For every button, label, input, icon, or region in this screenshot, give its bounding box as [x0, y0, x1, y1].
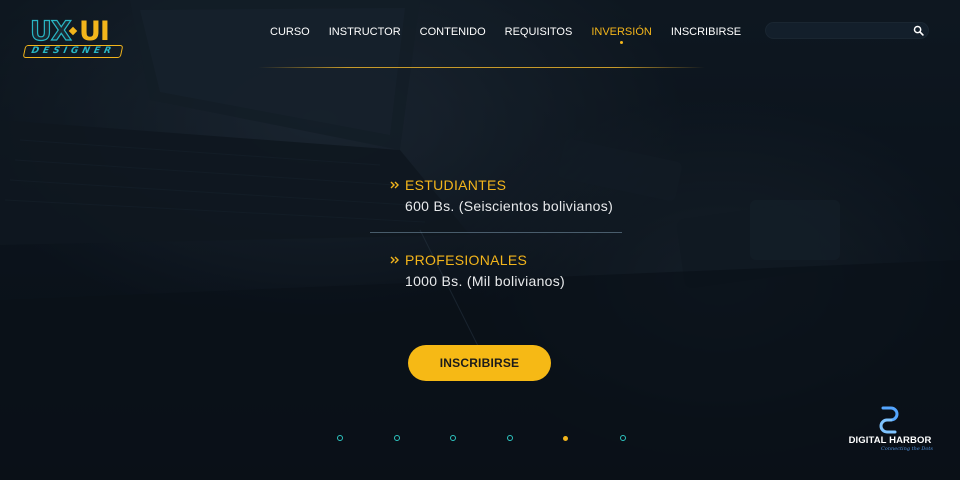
nav-item-requisitos[interactable]: REQUISITOS	[505, 26, 573, 38]
ux-ui-designer-logo[interactable]: UX UI DESIGNER	[22, 15, 124, 60]
slide-pagination	[0, 435, 960, 443]
logo-designer-text: DESIGNER	[22, 45, 124, 58]
dark-overlay	[0, 0, 960, 480]
nav-item-inversion-label: INVERSIÓN	[591, 26, 652, 38]
nav-item-curso[interactable]: CURSO	[270, 26, 310, 38]
digital-harbor-tagline: Connecting the Dots	[880, 446, 933, 452]
price-students-title: ESTUDIANTES	[405, 177, 507, 193]
digital-harbor-logo[interactable]: DIGITAL HARBOR Connecting the Dots	[847, 406, 933, 452]
pagination-dot-4[interactable]	[506, 435, 513, 441]
pagination-dot-1[interactable]	[337, 435, 343, 441]
nav-item-inversion[interactable]: INVERSIÓN	[591, 26, 652, 44]
price-students: ESTUDIANTES 600 Bs. (Seiscientos bolivia…	[390, 177, 613, 214]
pricing-divider	[370, 232, 622, 233]
price-professionals-value: 1000 Bs. (Mil bolivianos)	[405, 273, 566, 289]
nav-item-instructor[interactable]: INSTRUCTOR	[329, 26, 401, 38]
double-chevron-icon	[390, 256, 399, 264]
logo-ux-text: UX	[29, 15, 72, 47]
nav-item-contenido[interactable]: CONTENIDO	[420, 26, 486, 38]
price-students-header: ESTUDIANTES	[390, 177, 613, 193]
price-students-value: 600 Bs. (Seiscientos bolivianos)	[405, 198, 614, 214]
search-input[interactable]	[773, 22, 903, 39]
digital-harbor-mark-icon	[879, 406, 899, 434]
price-professionals-header: PROFESIONALES	[390, 252, 565, 268]
nav-underline-divider	[258, 67, 705, 68]
price-professionals: PROFESIONALES 1000 Bs. (Mil bolivianos)	[390, 252, 565, 289]
inscribirse-button[interactable]: INSCRIBIRSE	[408, 345, 551, 381]
pagination-dot-5[interactable]	[563, 436, 568, 441]
price-professionals-title: PROFESIONALES	[405, 252, 528, 268]
pagination-dot-6[interactable]	[619, 435, 626, 441]
search-box	[765, 22, 929, 39]
main-nav: CURSO INSTRUCTOR CONTENIDO REQUISITOS IN…	[270, 26, 760, 44]
nav-item-inscribirse[interactable]: INSCRIBIRSE	[671, 26, 741, 38]
double-chevron-icon	[390, 181, 399, 189]
logo-ui-text: UI	[79, 16, 110, 47]
pagination-dot-2[interactable]	[393, 435, 400, 441]
search-icon[interactable]	[913, 25, 924, 36]
pagination-dot-3[interactable]	[450, 435, 456, 441]
digital-harbor-name: DIGITAL HARBOR	[848, 435, 932, 446]
